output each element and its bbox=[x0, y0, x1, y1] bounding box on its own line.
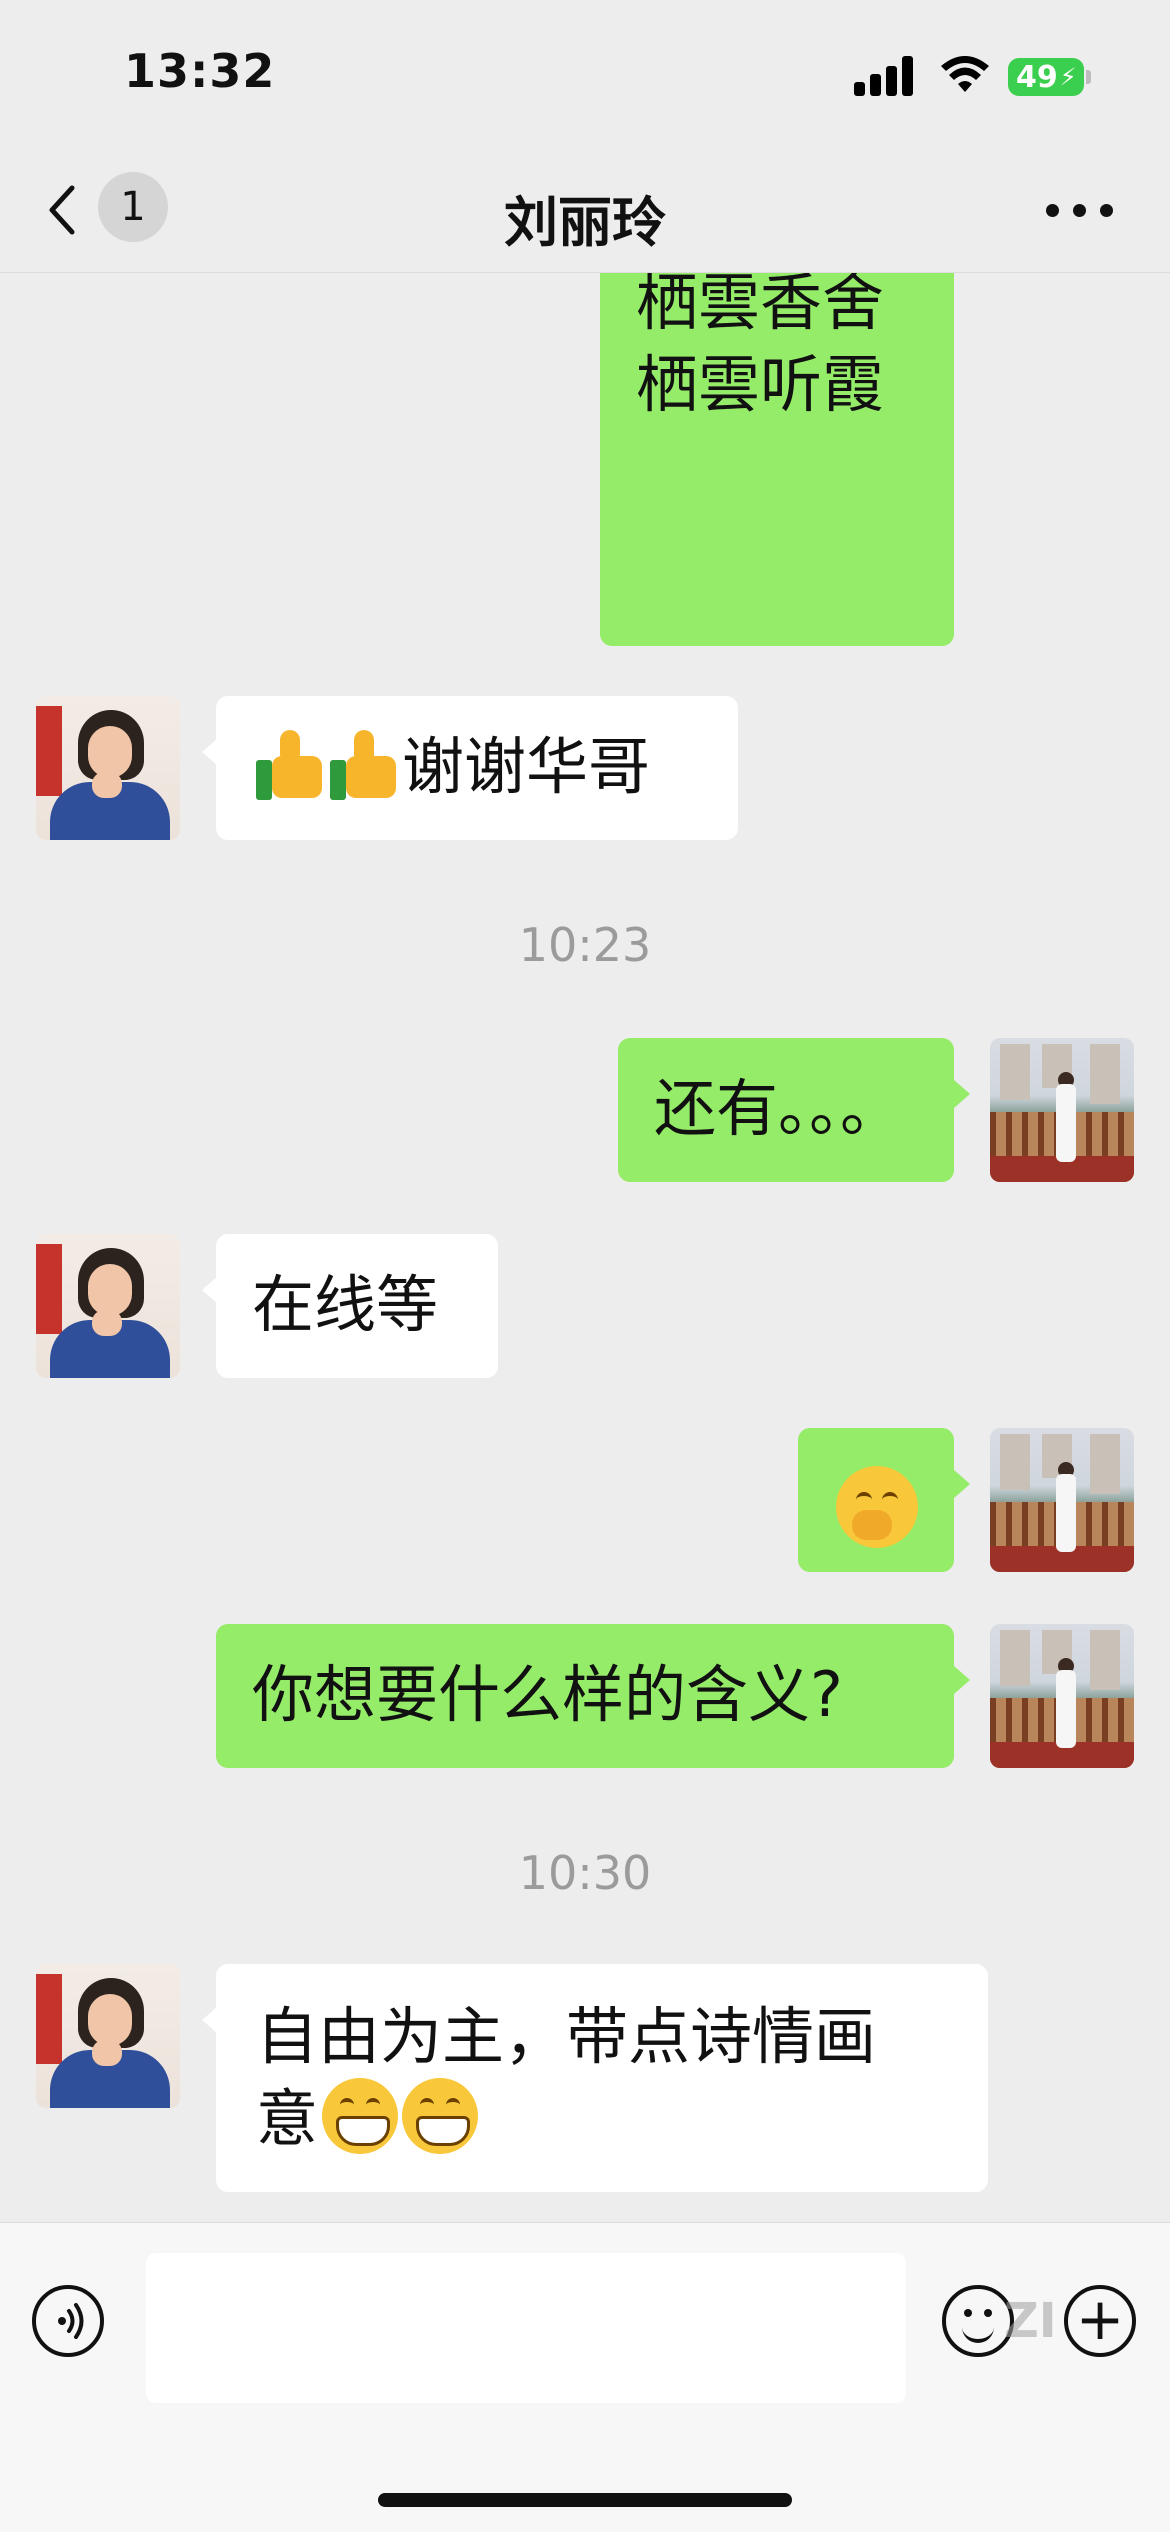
user-avatar[interactable] bbox=[990, 1624, 1134, 1768]
timestamp: 10:30 bbox=[518, 1846, 652, 1900]
user-avatar[interactable] bbox=[990, 1428, 1134, 1572]
message-bubble-outgoing[interactable]: 还有。。。 bbox=[618, 1038, 954, 1182]
grinning-emoji bbox=[322, 2078, 399, 2154]
message-text-line: 自由为主，带点诗情画 bbox=[256, 2000, 877, 2073]
contact-avatar[interactable] bbox=[36, 1234, 180, 1378]
charging-icon: ⚡ bbox=[1059, 63, 1077, 91]
watermark: ZI bbox=[1004, 2293, 1057, 2349]
contact-avatar[interactable] bbox=[36, 696, 180, 840]
cellular-signal-icon bbox=[854, 56, 916, 96]
battery-indicator: 49 ⚡ bbox=[1008, 58, 1084, 96]
bubble-tail bbox=[954, 1080, 970, 1108]
message-bubble-outgoing[interactable]: 你想要什么样的含义? bbox=[216, 1624, 954, 1768]
chat-header: 1 刘丽玲 bbox=[0, 150, 1170, 273]
bubble-tail bbox=[954, 1666, 970, 1694]
message-text: 谢谢华哥 bbox=[402, 730, 651, 803]
thinking-emoji bbox=[836, 1466, 918, 1548]
user-avatar[interactable] bbox=[990, 1038, 1134, 1182]
status-time: 13:32 bbox=[124, 44, 276, 98]
message-text: 在线等 bbox=[252, 1268, 439, 1341]
message-bubble-incoming[interactable]: 谢谢华哥 bbox=[216, 696, 738, 840]
message-text-line: 栖雲香舍 bbox=[636, 266, 885, 339]
message-input[interactable] bbox=[146, 2253, 906, 2403]
plus-icon[interactable]: + bbox=[1064, 2285, 1136, 2357]
battery-tip bbox=[1086, 70, 1091, 84]
status-bar: 13:32 49 ⚡ bbox=[0, 0, 1170, 150]
input-bar: ZI + bbox=[0, 2222, 1170, 2532]
bubble-tail bbox=[954, 1470, 970, 1498]
wifi-icon bbox=[941, 56, 989, 92]
voice-icon[interactable] bbox=[32, 2285, 104, 2357]
message-text-line: 栖雲听霞 bbox=[636, 348, 885, 421]
message-text: 还有。。。 bbox=[654, 1072, 903, 1145]
thumbs-up-emoji bbox=[254, 726, 328, 800]
message-text-line: 意 bbox=[256, 2082, 319, 2155]
grinning-emoji bbox=[402, 2078, 479, 2154]
timestamp: 10:23 bbox=[518, 918, 652, 972]
thumbs-up-emoji bbox=[328, 726, 402, 800]
message-bubble-outgoing[interactable]: 栖雲香舍 栖雲听霞 bbox=[600, 230, 954, 646]
message-bubble-incoming[interactable]: 自由为主，带点诗情画 意 bbox=[216, 1964, 988, 2192]
battery-level: 49 bbox=[1016, 59, 1058, 95]
chat-title: 刘丽玲 bbox=[504, 191, 666, 254]
home-indicator[interactable] bbox=[378, 2493, 792, 2507]
chat-screen: 13:32 49 ⚡ 1 刘丽玲 栖雲香舍 栖雲听霞 谢谢华哥 10:23 还有… bbox=[0, 0, 1170, 2532]
contact-avatar[interactable] bbox=[36, 1964, 180, 2108]
more-dots-icon[interactable] bbox=[1046, 200, 1116, 220]
message-text: 你想要什么样的含义? bbox=[252, 1658, 843, 1731]
message-bubble-incoming[interactable]: 在线等 bbox=[216, 1234, 498, 1378]
